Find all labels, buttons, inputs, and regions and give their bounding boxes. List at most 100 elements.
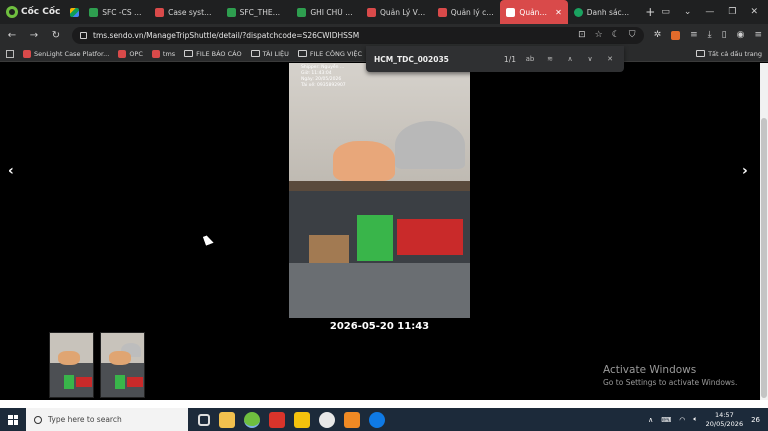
close-tab-icon[interactable]: ✕ bbox=[555, 8, 562, 17]
system-tray: ∧ ⌨ ◠ 🔈︎ 14:57 20/05/2026 26 bbox=[648, 411, 768, 429]
sticky-notes-icon[interactable] bbox=[294, 411, 310, 428]
url-text: tms.sendo.vn/ManageTripShuttle/detail/?d… bbox=[93, 30, 360, 40]
file-explorer-icon[interactable] bbox=[219, 411, 235, 428]
bookmark-star-icon[interactable]: ☆ bbox=[595, 30, 603, 40]
coccoc-taskbar-icon[interactable] bbox=[244, 411, 260, 428]
google-drive-icon bbox=[70, 7, 80, 17]
tab-bar: Cốc Cốc SFC -CS - C Case system SFC_THEO… bbox=[0, 0, 768, 24]
tab-0[interactable]: SFC -CS - C bbox=[83, 0, 149, 24]
sheets-icon bbox=[226, 7, 236, 17]
image-viewer: ‹ › Shipper: Nguyễn ... Giờ: 11:43:04 Ng… bbox=[0, 63, 760, 400]
taskbar-search-input[interactable]: Type here to search bbox=[26, 408, 188, 431]
folder-icon bbox=[250, 50, 260, 57]
all-bookmarks[interactable]: Tất cả dấu trang bbox=[696, 50, 762, 58]
profile-icon[interactable]: ◉ bbox=[737, 30, 745, 40]
menu-icon[interactable]: ≡ bbox=[690, 30, 698, 40]
page-scrollbar[interactable] bbox=[760, 63, 768, 400]
drive-tab[interactable] bbox=[66, 0, 83, 24]
bookmark-folder-bao-cao[interactable]: FILE BÁO CÁO bbox=[184, 50, 242, 58]
tab-3[interactable]: GHI CHÚ CÓ bbox=[291, 0, 361, 24]
close-window-button[interactable]: ✕ bbox=[750, 7, 758, 17]
coccoc-logo-icon bbox=[6, 6, 18, 18]
folder-icon bbox=[184, 50, 194, 57]
translate-icon[interactable]: ⊡ bbox=[578, 30, 586, 40]
download-icon[interactable]: ⤓ bbox=[708, 30, 712, 40]
tray-chevron-icon[interactable]: ∧ bbox=[648, 416, 653, 424]
new-tab-button[interactable]: + bbox=[639, 5, 661, 19]
close-find-icon[interactable]: ✕ bbox=[604, 55, 616, 63]
match-case-toggle[interactable]: ab bbox=[524, 55, 536, 63]
sendo-icon bbox=[366, 7, 376, 17]
prev-image-button[interactable]: ‹ bbox=[8, 163, 14, 179]
task-view-icon[interactable] bbox=[198, 413, 210, 426]
notification-badge[interactable]: 26 bbox=[751, 416, 760, 424]
bookmark-tms[interactable]: tms bbox=[151, 49, 175, 58]
maximize-button[interactable]: ❐ bbox=[728, 7, 736, 17]
activate-windows-watermark: Activate Windows Go to Settings to activ… bbox=[603, 364, 738, 387]
windows-logo-icon bbox=[8, 414, 18, 425]
omnibox-actions: ⊡ ☆ ☾ ⛉ bbox=[578, 30, 635, 40]
tab-search-icon[interactable]: ⌄ bbox=[684, 7, 692, 17]
taskbar-apps bbox=[188, 411, 385, 428]
screenshot-icon[interactable]: ▭ bbox=[661, 7, 670, 17]
page-bottom-gap bbox=[0, 400, 768, 408]
browser-brand[interactable]: Cốc Cốc bbox=[0, 0, 66, 24]
start-button[interactable] bbox=[0, 408, 26, 431]
next-image-button[interactable]: › bbox=[742, 163, 748, 179]
minimize-button[interactable]: — bbox=[705, 7, 714, 17]
sendo-icon bbox=[506, 7, 516, 17]
toolbar-icons: ✲ ≡ ⤓ ▯ ◉ ≡ bbox=[654, 30, 762, 40]
extension-orange-icon[interactable] bbox=[671, 30, 681, 40]
sidebar-icon[interactable]: ▯ bbox=[722, 30, 727, 40]
tab-5[interactable]: Quản lý chu bbox=[432, 0, 501, 24]
thumbnail-2[interactable] bbox=[100, 332, 145, 398]
find-bar: HCM_TDC_002035 1/1 ab ≋ ∧ ∨ ✕ bbox=[366, 46, 624, 72]
forward-arrow-icon[interactable]: → bbox=[28, 30, 40, 41]
window-controls: ▭ ⌄ — ❐ ✕ bbox=[661, 7, 768, 17]
more-menu-icon[interactable]: ≡ bbox=[754, 30, 762, 40]
mouse-cursor-icon bbox=[203, 234, 214, 246]
delivery-photo[interactable]: Shipper: Nguyễn ... Giờ: 11:43:04 Ngày: … bbox=[289, 63, 470, 318]
bookmark-folder-cong-viec[interactable]: FILE CÔNG VIỆC bbox=[297, 50, 362, 58]
sendo-icon bbox=[155, 7, 165, 17]
match-diacritics-icon[interactable]: ≋ bbox=[544, 55, 556, 63]
sheets-icon bbox=[297, 7, 307, 17]
back-arrow-icon[interactable]: ← bbox=[6, 30, 18, 41]
find-previous-icon[interactable]: ∧ bbox=[564, 55, 576, 63]
thumbnail-1[interactable] bbox=[49, 332, 94, 398]
tab-2[interactable]: SFC_THEO D bbox=[221, 0, 292, 24]
wifi-icon[interactable]: ◠ bbox=[679, 416, 685, 424]
extensions-icon[interactable]: ✲ bbox=[654, 30, 662, 40]
zalo-icon[interactable] bbox=[369, 411, 385, 428]
apps-grid-icon[interactable] bbox=[6, 49, 14, 58]
bookmark-senlight[interactable]: SenLight Case Platfor... bbox=[23, 49, 109, 58]
photo-timestamp: 2026-05-20 11:43 bbox=[329, 321, 430, 332]
tab-4[interactable]: Quản Lý Vận bbox=[361, 0, 432, 24]
tab-active[interactable]: Quản lý ✕ bbox=[500, 0, 568, 24]
volume-icon[interactable]: 🔈︎ bbox=[693, 415, 697, 424]
wps-office-icon[interactable] bbox=[269, 411, 285, 428]
taskbar-clock[interactable]: 14:57 20/05/2026 bbox=[706, 411, 743, 429]
sendo-icon bbox=[23, 49, 31, 58]
address-bar: ← → ↻ tms.sendo.vn/ManageTripShuttle/det… bbox=[0, 24, 768, 46]
tab-7[interactable]: Danh sách Đ bbox=[568, 0, 639, 24]
keyboard-icon[interactable]: ⌨ bbox=[661, 416, 671, 424]
find-input[interactable]: HCM_TDC_002035 bbox=[374, 55, 449, 64]
url-input[interactable]: tms.sendo.vn/ManageTripShuttle/detail/?d… bbox=[72, 26, 644, 44]
chrome-icon[interactable] bbox=[319, 411, 335, 428]
find-next-icon[interactable]: ∨ bbox=[584, 55, 596, 63]
reload-icon[interactable]: ↻ bbox=[50, 30, 62, 41]
dark-mode-icon[interactable]: ☾ bbox=[612, 30, 620, 40]
site-info-icon[interactable] bbox=[80, 31, 87, 39]
bookmark-folder-tai-lieu[interactable]: TÀI LIỆU bbox=[250, 50, 289, 58]
folder-icon bbox=[696, 50, 706, 57]
shield-icon[interactable]: ⛉ bbox=[629, 30, 636, 40]
search-icon bbox=[34, 415, 42, 424]
find-match-count: 1/1 bbox=[503, 54, 516, 64]
tab-1[interactable]: Case system bbox=[149, 0, 221, 24]
app-orange-icon[interactable] bbox=[344, 411, 360, 428]
photo-watermark: Shipper: Nguyễn ... Giờ: 11:43:04 Ngày: … bbox=[301, 65, 346, 88]
bookmark-opc[interactable]: OPC bbox=[118, 49, 143, 58]
scroll-thumb[interactable] bbox=[761, 118, 767, 398]
sheets-icon bbox=[89, 7, 99, 17]
